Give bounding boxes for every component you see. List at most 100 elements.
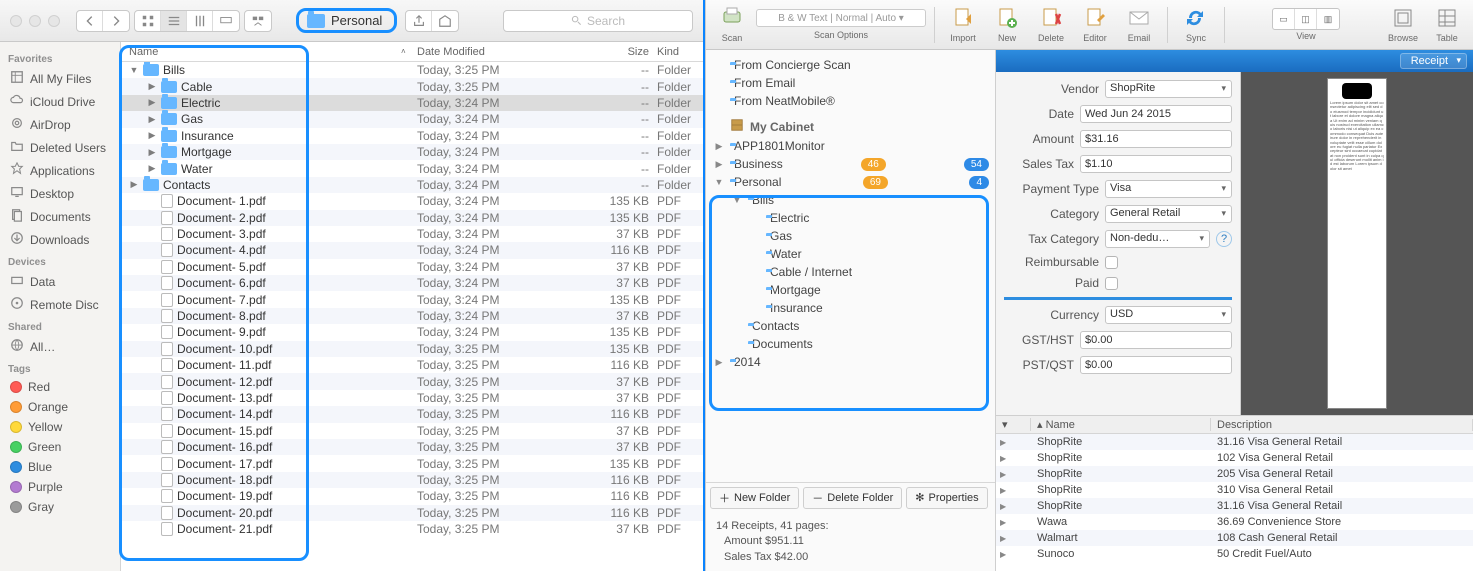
delete-button[interactable]: Delete [1031, 6, 1071, 43]
email-button[interactable]: Email [1119, 6, 1159, 43]
list-row[interactable]: ▶InsuranceToday, 3:24 PM--Folder [121, 128, 703, 144]
window-controls[interactable] [0, 15, 70, 27]
action-group[interactable] [405, 10, 459, 32]
reimbursable-checkbox[interactable] [1105, 256, 1118, 269]
icon-view-button[interactable] [135, 11, 161, 31]
tree-item[interactable]: Cable / Internet [706, 263, 995, 281]
table-row[interactable]: ▶ShopRite31.16 Visa General Retail [996, 434, 1473, 450]
disclosure-icon[interactable]: ▶ [147, 147, 157, 158]
list-row[interactable]: Document- 19.pdfToday, 3:25 PM116 KBPDF [121, 488, 703, 504]
scan-options[interactable]: B & W Text | Normal | Auto ▾Scan Options [756, 9, 926, 40]
disclosure-icon[interactable]: ▶ [129, 179, 139, 190]
sales-tax-input[interactable] [1080, 155, 1232, 173]
tree-item[interactable]: ▶APP1801Monitor [706, 137, 995, 155]
list-row[interactable]: Document- 1.pdfToday, 3:24 PM135 KBPDF [121, 193, 703, 209]
disclosure-icon[interactable]: ▶ [996, 438, 1031, 447]
tree-item[interactable]: Mortgage [706, 281, 995, 299]
sidebar-item[interactable]: Downloads [0, 228, 120, 251]
list-row[interactable]: Document- 4.pdfToday, 3:24 PM116 KBPDF [121, 242, 703, 258]
tree-item[interactable]: Insurance [706, 299, 995, 317]
list-row[interactable]: Document- 21.pdfToday, 3:25 PM37 KBPDF [121, 521, 703, 537]
list-row[interactable]: Document- 11.pdfToday, 3:25 PM116 KBPDF [121, 357, 703, 373]
sidebar-item[interactable]: Deleted Users [0, 136, 120, 159]
help-icon[interactable]: ? [1216, 231, 1232, 247]
table-row[interactable]: ▶ShopRite102 Visa General Retail [996, 450, 1473, 466]
sidebar-item[interactable]: Purple [0, 477, 120, 497]
paid-checkbox[interactable] [1105, 277, 1118, 290]
disclosure-icon[interactable]: ▶ [147, 114, 157, 125]
list-row[interactable]: Document- 2.pdfToday, 3:24 PM135 KBPDF [121, 210, 703, 226]
sidebar-item[interactable]: Data [0, 270, 120, 293]
view-mode[interactable]: ▭◫▥View [1272, 8, 1340, 41]
item-type-select[interactable]: Receipt [1400, 53, 1467, 69]
sidebar-item[interactable]: Orange [0, 397, 120, 417]
col-name[interactable]: ▴ Name [1031, 418, 1211, 431]
col-date[interactable]: Date Modified [417, 46, 597, 58]
list-row[interactable]: ▶CableToday, 3:25 PM--Folder [121, 78, 703, 94]
sidebar-item[interactable]: Applications [0, 159, 120, 182]
tree-item[interactable]: My Cabinet [706, 116, 995, 137]
search-input[interactable]: Search [503, 10, 693, 32]
table-row[interactable]: ▶Wawa36.69 Convenience Store [996, 514, 1473, 530]
sidebar-item[interactable]: iCloud Drive [0, 90, 120, 113]
table-row[interactable]: ▶Walmart108 Cash General Retail [996, 530, 1473, 546]
disclosure-icon[interactable]: ▶ [996, 454, 1031, 463]
list-row[interactable]: ▶ContactsToday, 3:24 PM--Folder [121, 177, 703, 193]
tree-item[interactable]: ▼Bills [706, 191, 995, 209]
disclosure-icon[interactable]: ▶ [147, 163, 157, 174]
disclosure-icon[interactable]: ▶ [147, 97, 157, 108]
delete-folder-button[interactable]: －Delete Folder [803, 487, 902, 509]
list-row[interactable]: ▶WaterToday, 3:24 PM--Folder [121, 160, 703, 176]
col-kind[interactable]: Kind [657, 46, 703, 58]
list-row[interactable]: Document- 10.pdfToday, 3:25 PM135 KBPDF [121, 341, 703, 357]
list-row[interactable]: Document- 8.pdfToday, 3:24 PM37 KBPDF [121, 308, 703, 324]
forward-button[interactable] [103, 11, 129, 31]
table-row[interactable]: ▶Sunoco50 Credit Fuel/Auto [996, 546, 1473, 562]
list-view-button[interactable] [161, 11, 187, 31]
list-row[interactable]: Document- 12.pdfToday, 3:25 PM37 KBPDF [121, 373, 703, 389]
sidebar-item[interactable]: Red [0, 377, 120, 397]
arrange-button[interactable] [245, 11, 271, 31]
disclosure-icon[interactable]: ▶ [996, 502, 1031, 511]
sidebar-item[interactable]: Remote Disc [0, 293, 120, 316]
arrange-group[interactable] [244, 10, 272, 32]
sidebar-item[interactable]: All My Files [0, 67, 120, 90]
list-row[interactable]: Document- 3.pdfToday, 3:24 PM37 KBPDF [121, 226, 703, 242]
tree-item[interactable]: Gas [706, 227, 995, 245]
date-input[interactable] [1080, 105, 1232, 123]
category-select[interactable]: General Retail [1105, 205, 1232, 223]
sync-button[interactable]: Sync [1176, 6, 1216, 43]
list-row[interactable]: Document- 20.pdfToday, 3:25 PM116 KBPDF [121, 505, 703, 521]
list-row[interactable]: Document- 14.pdfToday, 3:25 PM116 KBPDF [121, 406, 703, 422]
list-row[interactable]: Document- 7.pdfToday, 3:24 PM135 KBPDF [121, 291, 703, 307]
import-button[interactable]: Import [943, 6, 983, 43]
col-desc[interactable]: Description [1211, 419, 1473, 431]
disclosure-icon[interactable]: ▶ [714, 159, 724, 170]
sidebar-item[interactable]: Desktop [0, 182, 120, 205]
list-row[interactable]: ▼BillsToday, 3:25 PM--Folder [121, 62, 703, 78]
new-button[interactable]: New [987, 6, 1027, 43]
list-row[interactable]: Document- 9.pdfToday, 3:24 PM135 KBPDF [121, 324, 703, 340]
scan-button[interactable]: Scan [712, 6, 752, 43]
tag-button[interactable] [432, 11, 458, 31]
disclosure-icon[interactable]: ▶ [714, 357, 724, 368]
column-view-button[interactable] [187, 11, 213, 31]
gst-hst-input[interactable] [1080, 331, 1232, 349]
vendor-select[interactable]: ShopRite [1105, 80, 1232, 98]
disclosure-icon[interactable]: ▶ [996, 470, 1031, 479]
column-headers[interactable]: Name ˄ Date Modified Size Kind [121, 42, 703, 62]
table-row[interactable]: ▶ShopRite310 Visa General Retail [996, 482, 1473, 498]
disclosure-icon[interactable]: ▼ [732, 195, 742, 205]
table-row[interactable]: ▶ShopRite205 Visa General Retail [996, 466, 1473, 482]
tree-item[interactable]: From Email [706, 74, 995, 92]
disclosure-icon[interactable]: ▶ [996, 534, 1031, 543]
list-row[interactable]: ▶GasToday, 3:24 PM--Folder [121, 111, 703, 127]
sidebar-item[interactable]: Gray [0, 497, 120, 517]
tree-item[interactable]: Documents [706, 335, 995, 353]
disclosure-icon[interactable]: ▶ [147, 130, 157, 141]
editor-button[interactable]: Editor [1075, 6, 1115, 43]
disclosure-icon[interactable]: ▶ [714, 141, 724, 152]
disclosure-icon[interactable]: ▶ [996, 518, 1031, 527]
disclosure-icon[interactable]: ▼ [714, 177, 724, 187]
share-button[interactable] [406, 11, 432, 31]
